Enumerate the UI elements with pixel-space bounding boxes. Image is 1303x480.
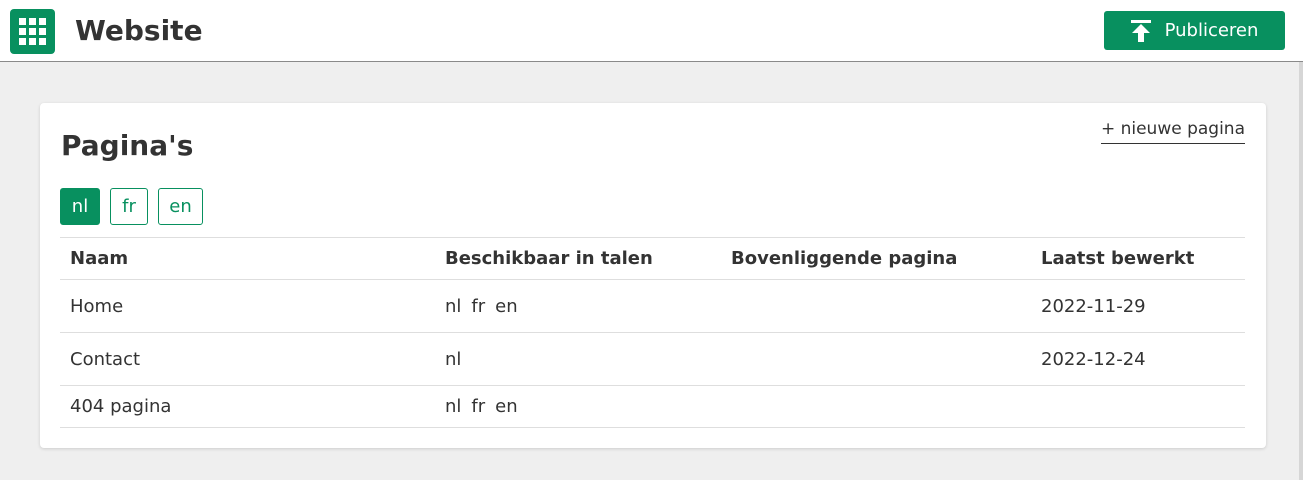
- pages-card: Pagina's + nieuwe pagina nl fr en Naam B…: [40, 103, 1266, 448]
- publish-button[interactable]: Publiceren: [1104, 11, 1285, 50]
- page-languages: nl: [435, 332, 721, 386]
- language-code: fr: [471, 396, 486, 417]
- language-tabs: nl fr en: [60, 188, 203, 225]
- language-code: en: [495, 295, 518, 317]
- top-bar: Website Publiceren: [0, 0, 1303, 62]
- language-code: nl: [445, 396, 462, 417]
- page-languages: nl fr en: [435, 279, 721, 333]
- column-header-name[interactable]: Naam: [60, 237, 435, 280]
- scrollbar[interactable]: [1299, 62, 1303, 480]
- page-parent: [721, 385, 1031, 428]
- page-last-edited: 2022-12-24: [1031, 332, 1245, 386]
- app-title: Website: [75, 14, 203, 47]
- tab-fr[interactable]: fr: [110, 188, 148, 225]
- page-parent: [721, 279, 1031, 333]
- new-page-link[interactable]: + nieuwe pagina: [1100, 118, 1245, 144]
- column-header-parent[interactable]: Bovenliggende pagina: [721, 237, 1031, 280]
- table-row[interactable]: 404 pagina nl fr en: [60, 385, 1245, 428]
- language-code: nl: [445, 348, 462, 370]
- pages-table: Naam Beschikbaar in talen Bovenliggende …: [60, 237, 1245, 428]
- page-last-edited: 2022-11-29: [1031, 279, 1245, 333]
- page-languages: nl fr en: [435, 385, 721, 428]
- language-code: nl: [445, 295, 462, 317]
- tab-en[interactable]: en: [158, 188, 203, 225]
- tab-nl[interactable]: nl: [60, 188, 100, 225]
- page-last-edited: [1031, 385, 1245, 428]
- page-name[interactable]: 404 pagina: [60, 385, 435, 428]
- page-name[interactable]: Home: [60, 279, 435, 333]
- column-header-last-edited[interactable]: Laatst bewerkt: [1031, 237, 1245, 280]
- page-parent: [721, 332, 1031, 386]
- language-code: fr: [471, 295, 486, 317]
- table-row[interactable]: Contact nl 2022-12-24: [60, 332, 1245, 386]
- page-name[interactable]: Contact: [60, 332, 435, 386]
- language-code: en: [495, 396, 518, 417]
- column-header-languages[interactable]: Beschikbaar in talen: [435, 237, 721, 280]
- publish-button-label: Publiceren: [1164, 20, 1259, 41]
- table-row[interactable]: Home nl fr en 2022-11-29: [60, 279, 1245, 333]
- apps-grid-icon[interactable]: [10, 9, 55, 54]
- upload-icon: [1130, 19, 1151, 42]
- page-title: Pagina's: [61, 129, 194, 162]
- table-header-row: Naam Beschikbaar in talen Bovenliggende …: [60, 237, 1245, 280]
